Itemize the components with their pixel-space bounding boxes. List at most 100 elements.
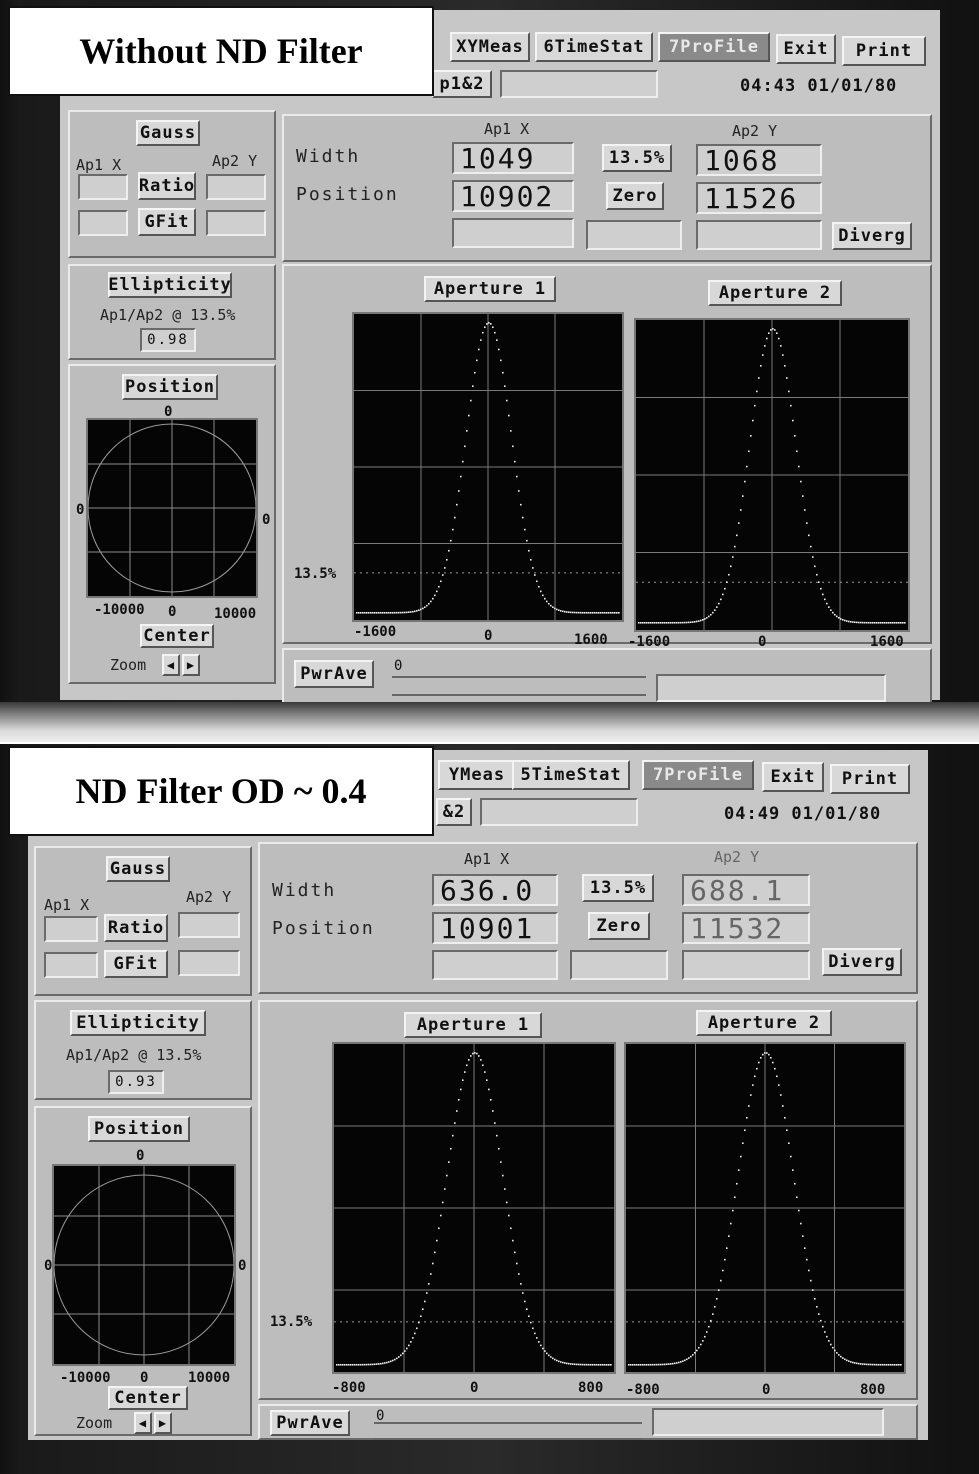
gfit-button[interactable]: GFit <box>138 208 196 236</box>
profile-button[interactable]: 7ProFile <box>642 760 754 790</box>
zero-button[interactable]: Zero <box>588 912 650 940</box>
profile-point <box>836 615 838 618</box>
profile-button[interactable]: 7ProFile <box>658 32 770 62</box>
profile-point <box>564 610 566 613</box>
col-ap2-label: Ap2 Y <box>714 848 760 866</box>
ap1-extra-field <box>452 218 574 248</box>
pwrave-button[interactable]: PwrAve <box>294 660 374 688</box>
profile-point <box>432 597 434 600</box>
profile-point <box>696 1349 698 1352</box>
profile-point <box>840 618 842 620</box>
profile-point <box>444 1188 446 1190</box>
profile-point <box>498 1147 500 1150</box>
profile-point <box>776 332 778 334</box>
profile-point <box>854 1362 856 1364</box>
profile-point <box>392 611 394 614</box>
aperture-select-button[interactable]: p1&2 <box>432 70 492 98</box>
profile-point <box>494 1122 496 1124</box>
profile-point <box>422 1308 424 1310</box>
gfit-button[interactable]: GFit <box>104 950 168 978</box>
profile-point <box>546 1352 548 1355</box>
exit-button[interactable]: Exit <box>762 762 824 792</box>
print-button[interactable]: Print <box>842 36 926 66</box>
profile-point <box>338 1363 340 1366</box>
profile-point <box>526 539 528 542</box>
profile-point <box>594 611 596 614</box>
center-button[interactable]: Center <box>108 1386 188 1410</box>
profile-point <box>388 611 390 614</box>
xymeas-button[interactable]: YMeas <box>438 760 516 790</box>
profile-point <box>390 611 392 614</box>
profile-point <box>458 1098 460 1101</box>
profile-point <box>588 611 590 614</box>
zoom-left-button[interactable]: ◀ <box>162 654 180 676</box>
zero-button[interactable]: Zero <box>606 182 664 210</box>
gauss-button[interactable]: Gauss <box>106 856 170 882</box>
profile-point <box>850 1361 852 1363</box>
exit-button[interactable]: Exit <box>776 34 836 64</box>
profile-point <box>580 611 582 614</box>
profile-point <box>518 1273 520 1275</box>
profile-point <box>774 1067 776 1070</box>
gauss-button[interactable]: Gauss <box>136 120 200 146</box>
ratio-button[interactable]: Ratio <box>104 914 168 942</box>
profile-point <box>596 1363 598 1366</box>
profile-point <box>850 621 852 623</box>
profile-point <box>848 1360 850 1362</box>
profile-point <box>874 1363 876 1366</box>
zoom-label: Zoom <box>76 1414 113 1432</box>
position-left-tick: 0 <box>44 1258 53 1274</box>
profile-point <box>656 1363 658 1366</box>
profile-point <box>868 621 870 624</box>
profile-point <box>452 528 454 531</box>
profile-point <box>360 612 362 614</box>
diverg-button[interactable]: Diverg <box>832 222 912 250</box>
zoom-right-button[interactable]: ▶ <box>182 654 200 676</box>
beam-profiler-screen: XYMeas 6TimeStat 7ProFile Exit Print p1&… <box>60 10 940 704</box>
profile-point <box>560 1361 562 1363</box>
timestat-button[interactable]: 6TimeStat <box>535 32 653 62</box>
profile-point <box>374 1363 376 1366</box>
power-scale-zero: 0 <box>394 658 403 674</box>
ellipticity-button[interactable]: Ellipticity <box>108 272 232 298</box>
profile-point <box>544 1350 546 1352</box>
profile-point <box>564 1362 566 1364</box>
timestat-button[interactable]: 5TimeStat <box>512 760 630 790</box>
profile-point <box>840 1355 842 1358</box>
profile-point <box>614 611 616 614</box>
profile-point <box>404 1350 406 1352</box>
print-button[interactable]: Print <box>830 764 910 794</box>
ratio-button[interactable]: Ratio <box>138 172 196 200</box>
width-ap2-value: 1068 <box>696 144 822 177</box>
profile-point <box>576 611 578 614</box>
profile-point <box>412 610 414 613</box>
profile-point <box>454 1122 456 1124</box>
profile-point <box>774 329 776 331</box>
profile-point <box>660 1363 662 1366</box>
clip-level-button[interactable]: 13.5% <box>582 874 654 902</box>
ellipticity-button[interactable]: Ellipticity <box>70 1010 206 1036</box>
center-button[interactable]: Center <box>140 624 214 648</box>
profile-point <box>504 1188 506 1190</box>
profile-point <box>660 621 662 624</box>
aperture-select-button[interactable]: &2 <box>436 798 472 826</box>
diverg-button[interactable]: Diverg <box>822 948 902 976</box>
zoom-right-button[interactable]: ▶ <box>154 1412 172 1434</box>
profile-point <box>446 559 448 561</box>
profile-point <box>700 1343 702 1346</box>
profile-point <box>884 1363 886 1366</box>
profile-point <box>810 545 812 548</box>
profile-point <box>834 613 836 616</box>
profile-point <box>814 565 816 568</box>
profile-point <box>678 621 680 624</box>
clip-level-button[interactable]: 13.5% <box>602 144 672 172</box>
zoom-left-button[interactable]: ◀ <box>134 1412 152 1434</box>
profile-point <box>478 348 480 351</box>
pwrave-button[interactable]: PwrAve <box>270 1410 350 1436</box>
profile-point <box>382 1362 384 1365</box>
profile-point <box>712 1313 714 1315</box>
profile-point <box>794 1182 796 1185</box>
profile-point <box>470 399 472 402</box>
xymeas-button[interactable]: XYMeas <box>450 32 530 62</box>
profile-point <box>794 435 796 437</box>
